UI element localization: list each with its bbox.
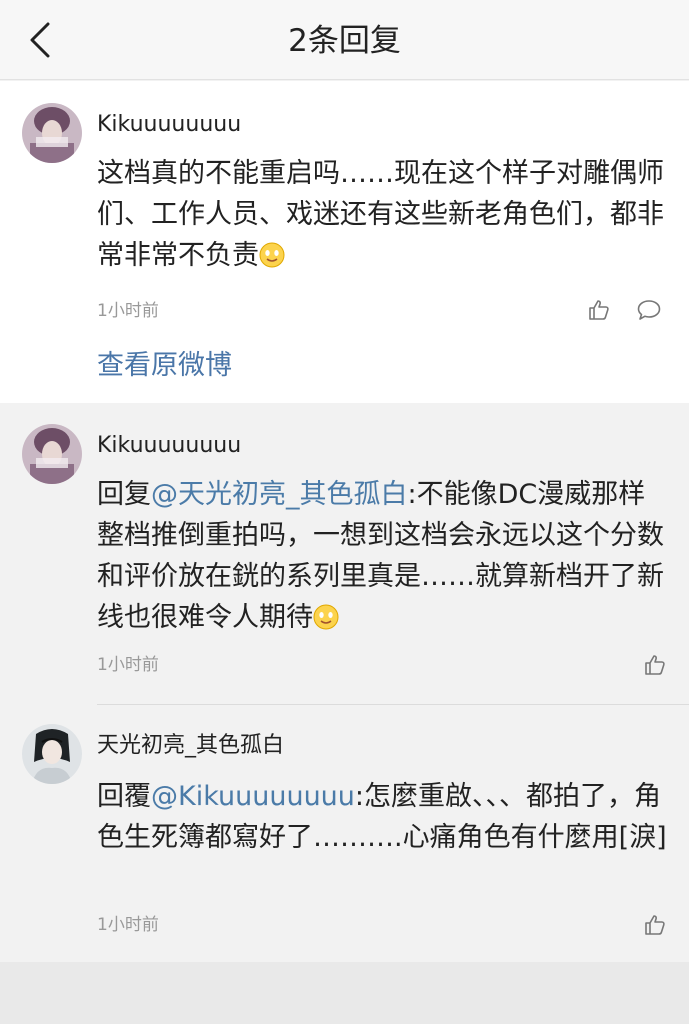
reply-prefix: 回复 — [97, 479, 151, 510]
username[interactable]: 天光初亮_其色孤白 — [97, 732, 284, 760]
thumbs-up-icon — [589, 300, 609, 320]
navigation-bar: 2条回复 — [0, 0, 689, 80]
avatar[interactable] — [22, 724, 82, 784]
main-comment: Kikuuuuuuuu 这档真的不能重启吗……现在这个样子对雕偶师们、工作人员、… — [0, 81, 689, 403]
like-button[interactable] — [640, 650, 670, 680]
comment-text: 这档真的不能重启吗……现在这个样子对雕偶师们、工作人员、戏迷还有这些新老角色们，… — [97, 153, 667, 276]
username[interactable]: Kikuuuuuuuu — [97, 111, 241, 139]
timestamp: 1小时前 — [97, 915, 159, 935]
like-button[interactable] — [640, 910, 670, 940]
speech-bubble-icon — [637, 300, 661, 320]
comment-button[interactable] — [634, 295, 664, 325]
reply-text: 回复@天光初亮_其色孤白:不能像DC漫威那样整档推倒重拍吗，一想到这档会永远以这… — [97, 474, 667, 638]
username[interactable]: Kikuuuuuuuu — [97, 432, 241, 460]
page-title: 2条回复 — [288, 23, 401, 59]
mention-link[interactable]: @天光初亮_其色孤白 — [151, 479, 408, 510]
view-original-weibo-link[interactable]: 查看原微博 — [97, 349, 232, 383]
smile-emoji — [313, 604, 339, 630]
thumbs-up-icon — [645, 915, 665, 935]
reply-item: Kikuuuuuuuu 回复@天光初亮_其色孤白:不能像DC漫威那样整档推倒重拍… — [0, 404, 689, 704]
reply-text: 回覆@Kikuuuuuuuu:怎麼重啟、、、都拍了，角色生死簿都寫好了……….心… — [97, 776, 667, 858]
avatar[interactable] — [22, 103, 82, 163]
divider — [97, 704, 689, 705]
like-button[interactable] — [584, 295, 614, 325]
comment-body: 这档真的不能重启吗……现在这个样子对雕偶师们、工作人员、戏迷还有这些新老角色们，… — [97, 158, 664, 271]
reply-item: 天光初亮_其色孤白 回覆@Kikuuuuuuuu:怎麼重啟、、、都拍了，角色生死… — [0, 704, 689, 962]
mention-link[interactable]: @Kikuuuuuuuu — [151, 781, 355, 812]
smile-emoji — [259, 242, 285, 268]
timestamp: 1小时前 — [97, 301, 159, 321]
timestamp: 1小时前 — [97, 655, 159, 675]
thumbs-up-icon — [645, 655, 665, 675]
bottom-area — [0, 962, 689, 1024]
avatar[interactable] — [22, 424, 82, 484]
reply-prefix: 回覆 — [97, 781, 151, 812]
